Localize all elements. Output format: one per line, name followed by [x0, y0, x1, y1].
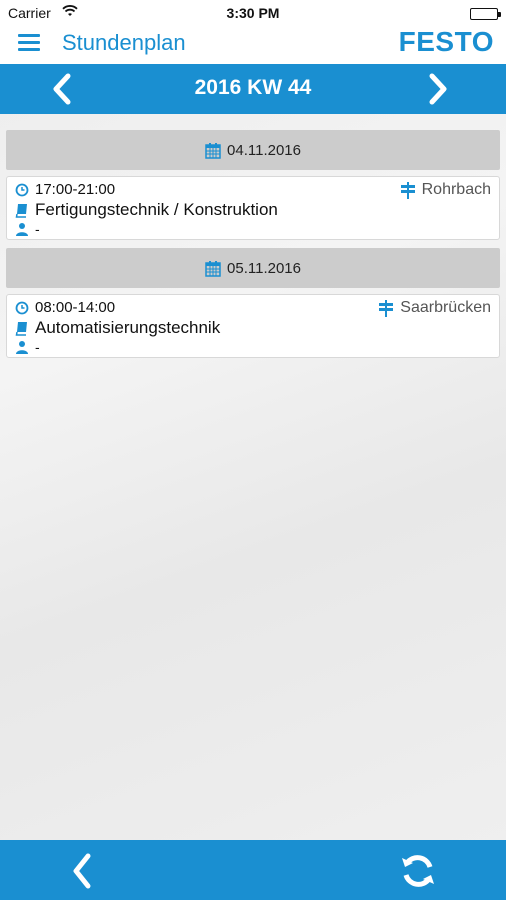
festo-logo: FESTO — [398, 26, 494, 57]
entry-time: 17:00-21:00 — [35, 181, 116, 198]
refresh-button[interactable] — [398, 852, 438, 895]
day-header: 05.11.2016 — [6, 248, 500, 288]
day-date: 04.11.2016 — [227, 141, 301, 159]
chevron-left-icon — [73, 853, 91, 889]
battery-icon — [470, 8, 501, 20]
status-bar: Carrier 3:30 PM — [0, 0, 506, 26]
day-header: 04.11.2016 — [6, 130, 500, 170]
entry-location: Rohrbach — [421, 181, 491, 198]
signpost-icon — [400, 181, 415, 199]
user-icon — [16, 341, 28, 354]
next-week-button[interactable] — [422, 72, 454, 106]
page-title: Stundenplan — [62, 30, 186, 55]
calendar-icon — [205, 260, 221, 277]
clock-icon — [15, 301, 29, 314]
entry-time: 08:00-14:00 — [35, 299, 116, 316]
user-icon — [16, 223, 28, 236]
clock-icon — [15, 183, 29, 196]
entry-lecturer: - — [35, 339, 40, 355]
back-button[interactable] — [66, 852, 98, 895]
day-date: 05.11.2016 — [227, 259, 301, 277]
calendar-icon — [205, 142, 221, 159]
clock-time: 3:30 PM — [226, 5, 280, 21]
entry-course: Fertigungstechnik / Konstruktion — [35, 200, 278, 219]
bottom-toolbar — [0, 840, 506, 900]
schedule-entry[interactable]: 08:00-14:00 Automatisierungstechnik - Sa… — [6, 294, 500, 358]
refresh-icon — [402, 855, 434, 887]
book-icon — [15, 203, 27, 218]
signpost-icon — [379, 299, 394, 317]
week-navigator: 2016 KW 44 — [0, 64, 506, 114]
schedule-entry[interactable]: 17:00-21:00 Fertigungstechnik / Konstruk… — [6, 176, 500, 240]
hamburger-icon[interactable] — [18, 32, 40, 54]
book-icon — [15, 321, 27, 336]
entry-lecturer: - — [35, 221, 40, 237]
chevron-right-icon — [429, 73, 447, 105]
entry-location: Saarbrücken — [400, 299, 491, 316]
nav-bar: Stundenplan FESTO — [0, 26, 506, 64]
entry-course: Automatisierungstechnik — [35, 318, 221, 337]
schedule-list: 04.11.2016 17:00-21:00 Fertigungstechnik… — [6, 130, 500, 366]
